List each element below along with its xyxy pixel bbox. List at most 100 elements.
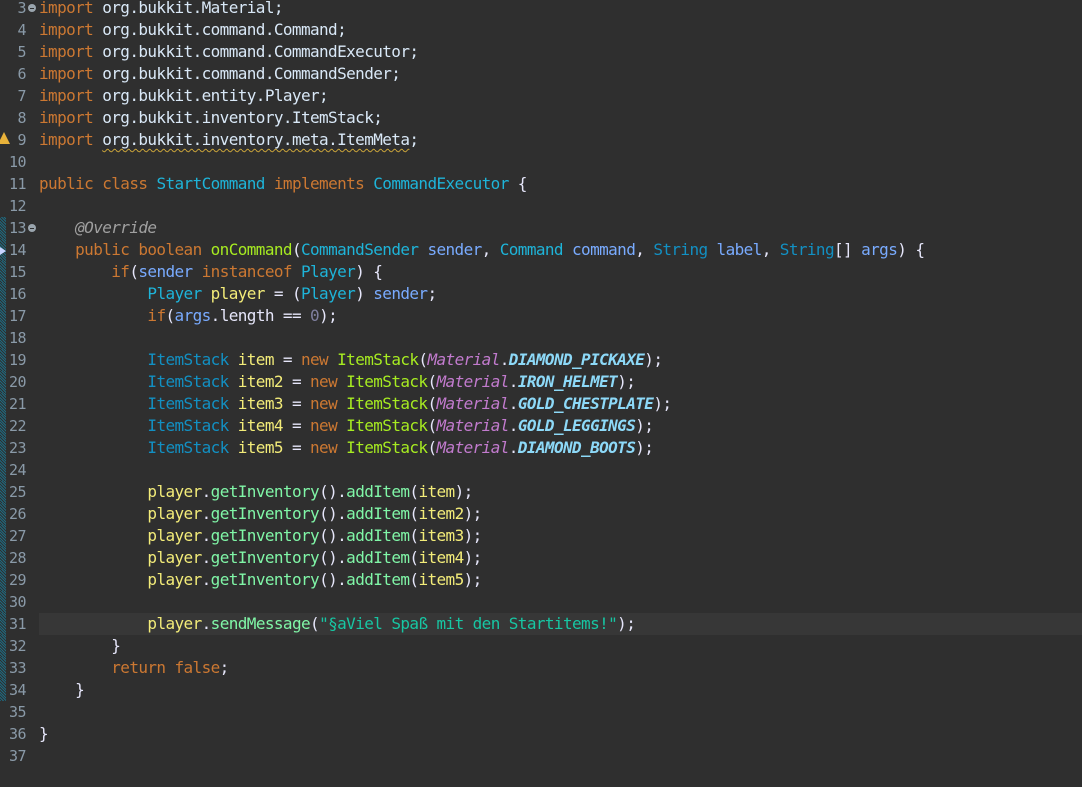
code-line[interactable]: 9 import org.bukkit.inventory.meta.ItemMe… [0,129,1082,151]
code-text[interactable]: player.getInventory().addItem(item2); [39,503,1082,525]
override-marker-icon[interactable] [0,247,6,255]
code-text[interactable]: player.getInventory().addItem(item); [39,481,1082,503]
code-text[interactable]: import org.bukkit.command.CommandSender; [39,63,1082,85]
code-text[interactable]: public class StartCommand implements Com… [39,173,1082,195]
line-number: 31 [8,615,27,633]
code-token: = [273,350,301,369]
fold-collapse-icon[interactable] [28,224,36,232]
code-line[interactable]: 3 import org.bukkit.Material; [0,0,1082,19]
code-token: onCommand [210,240,293,259]
code-text[interactable]: public boolean onCommand(CommandSender s… [39,239,1082,261]
code-text[interactable]: import org.bukkit.Material; [39,0,1082,19]
code-text[interactable]: player.getInventory().addItem(item4); [39,547,1082,569]
change-indicator [0,327,6,349]
line-number: 10 [8,153,27,171]
code-line[interactable]: 25 player.getInventory().addItem(item); [0,481,1082,503]
code-text[interactable]: } [39,723,1082,745]
code-text[interactable] [39,745,1082,767]
code-line[interactable]: 28 player.getInventory().addItem(item4); [0,547,1082,569]
code-text[interactable]: @Override [39,217,1082,239]
code-line[interactable]: 36} [0,723,1082,745]
code-text[interactable]: ItemStack item5 = new ItemStack(Material… [39,437,1082,459]
code-text[interactable]: ItemStack item3 = new ItemStack(Material… [39,393,1082,415]
code-token: . [201,504,212,523]
code-text[interactable]: player.sendMessage("§aViel Spaß mit den … [39,613,1082,635]
code-token: ( [165,306,175,325]
code-text[interactable]: import org.bukkit.entity.Player; [39,85,1082,107]
change-indicator [0,613,6,635]
code-text[interactable]: } [39,679,1082,701]
line-gutter: 28 [0,547,38,569]
code-token: new [310,416,347,435]
code-token: = ( [264,284,302,303]
fold-collapse-icon[interactable] [28,4,36,12]
code-text[interactable] [39,591,1082,613]
code-line[interactable]: 10 [0,151,1082,173]
line-gutter: 22 [0,415,38,437]
code-line[interactable]: 32 } [0,635,1082,657]
code-line[interactable]: 21 ItemStack item3 = new ItemStack(Mater… [0,393,1082,415]
code-text[interactable] [39,327,1082,349]
code-token: org.bukkit.Material; [93,0,283,17]
code-line[interactable]: 8 import org.bukkit.inventory.ItemStack; [0,107,1082,129]
code-line[interactable]: 13 @Override [0,217,1082,239]
code-line[interactable]: 26 player.getInventory().addItem(item2); [0,503,1082,525]
code-text[interactable]: player.getInventory().addItem(item3); [39,525,1082,547]
code-line[interactable]: 15 if(sender instanceof Player) { [0,261,1082,283]
code-line[interactable]: 14 public boolean onCommand(CommandSende… [0,239,1082,261]
code-text[interactable]: import org.bukkit.command.Command; [39,19,1082,41]
code-token: . [508,394,519,413]
code-editor[interactable]: 3 import org.bukkit.Material; 4 import org.… [0,0,1082,787]
line-gutter: 16 [0,283,38,305]
code-text[interactable]: ItemStack item4 = new ItemStack(Material… [39,415,1082,437]
code-text[interactable] [39,701,1082,723]
code-line[interactable]: 16 Player player = (Player) sender; [0,283,1082,305]
code-line[interactable]: 17 if(args.length == 0); [0,305,1082,327]
code-token: addItem [346,570,410,589]
code-text[interactable]: return false; [39,657,1082,679]
code-line[interactable]: 30 [0,591,1082,613]
code-text[interactable]: import org.bukkit.command.CommandExecuto… [39,41,1082,63]
code-line[interactable]: 19 ItemStack item = new ItemStack(Materi… [0,349,1082,371]
code-line[interactable]: 22 ItemStack item4 = new ItemStack(Mater… [0,415,1082,437]
code-text[interactable] [39,195,1082,217]
code-line[interactable]: 27 player.getInventory().addItem(item3); [0,525,1082,547]
code-text[interactable]: player.getInventory().addItem(item5); [39,569,1082,591]
code-line[interactable]: 33 return false; [0,657,1082,679]
line-number: 14 [8,241,27,259]
code-text[interactable]: if(sender instanceof Player) { [39,261,1082,283]
code-line[interactable]: 4 import org.bukkit.command.Command; [0,19,1082,41]
code-line[interactable]: 29 player.getInventory().addItem(item5); [0,569,1082,591]
code-token: ) { [897,240,925,259]
code-token: ); [463,570,483,589]
code-text[interactable]: Player player = (Player) sender; [39,283,1082,305]
code-text[interactable]: } [39,635,1082,657]
code-text[interactable]: import org.bukkit.inventory.ItemStack; [39,107,1082,129]
line-number: 19 [8,351,27,369]
code-token: item3 [418,526,464,545]
code-line[interactable]: 23 ItemStack item5 = new ItemStack(Mater… [0,437,1082,459]
warning-icon[interactable] [0,132,10,144]
code-line[interactable]: 18 [0,327,1082,349]
code-line[interactable]: 20 ItemStack item2 = new ItemStack(Mater… [0,371,1082,393]
code-text[interactable] [39,459,1082,481]
code-line[interactable]: 12 [0,195,1082,217]
code-text[interactable]: if(args.length == 0); [39,305,1082,327]
code-token: org.bukkit.inventory.meta.ItemMeta [102,130,410,149]
code-line[interactable]: 6 import org.bukkit.command.CommandSender… [0,63,1082,85]
code-text[interactable]: ItemStack item = new ItemStack(Material.… [39,349,1082,371]
change-indicator [0,217,6,239]
code-line[interactable]: 34 } [0,679,1082,701]
code-line[interactable]: 35 [0,701,1082,723]
code-token: label [707,240,763,259]
code-text[interactable]: import org.bukkit.inventory.meta.ItemMet… [39,129,1082,151]
code-line[interactable]: 5 import org.bukkit.command.CommandExecut… [0,41,1082,63]
code-text[interactable] [39,151,1082,173]
code-line[interactable]: 11 public class StartCommand implements C… [0,173,1082,195]
code-line[interactable]: 31 player.sendMessage("§aViel Spaß mit d… [0,613,1082,635]
code-line[interactable]: 37 [0,745,1082,767]
code-text[interactable]: ItemStack item2 = new ItemStack(Material… [39,371,1082,393]
code-line[interactable]: 7 import org.bukkit.entity.Player; [0,85,1082,107]
code-line[interactable]: 24 [0,459,1082,481]
code-token: String [779,240,835,259]
